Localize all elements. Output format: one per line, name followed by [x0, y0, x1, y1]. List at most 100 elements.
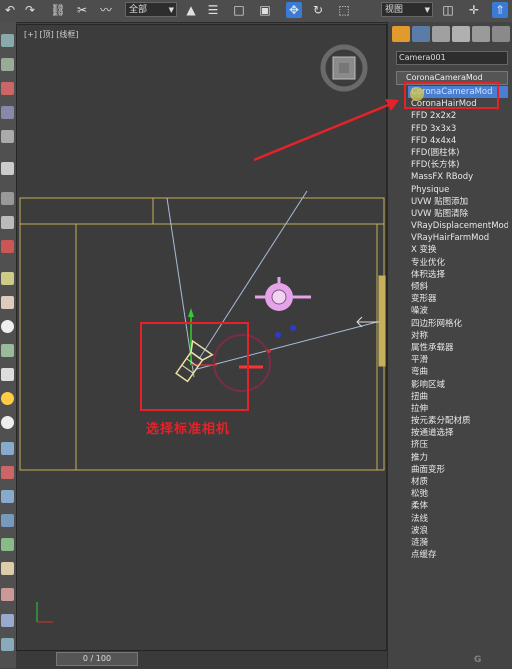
- utilities-tab-icon[interactable]: [492, 26, 510, 42]
- modifier-list-item[interactable]: 四边形网格化: [408, 318, 508, 330]
- modifier-list-item[interactable]: 噪波: [408, 305, 508, 317]
- tool-icon[interactable]: [1, 538, 14, 551]
- modifier-list-item[interactable]: X 变换: [408, 244, 508, 256]
- modifier-list-item[interactable]: 体积选择: [408, 269, 508, 281]
- modifier-list-item[interactable]: 平滑: [408, 354, 508, 366]
- modifier-list-item[interactable]: VRayHairFarmMod: [408, 232, 508, 244]
- light-icon: [255, 277, 311, 311]
- modifier-list-item[interactable]: UVW 贴图清除: [408, 208, 508, 220]
- modifier-list-item[interactable]: 推力: [408, 452, 508, 464]
- modifier-list-item[interactable]: FFD 2x2x2: [408, 110, 508, 122]
- select-object-icon[interactable]: ▲: [183, 2, 199, 18]
- tool-icon[interactable]: [1, 272, 14, 285]
- modifier-list-item[interactable]: MassFX RBody: [408, 171, 508, 183]
- modifier-list-item[interactable]: 拉伸: [408, 403, 508, 415]
- gizmo-dot: [267, 349, 271, 353]
- tool-icon[interactable]: [1, 192, 14, 205]
- command-panel: Camera001 CoronaCameraMod CoronaCameraMo…: [387, 22, 512, 668]
- rectangular-selection-icon[interactable]: □: [231, 2, 247, 18]
- tool-icon[interactable]: [1, 368, 14, 381]
- modifier-list: CoronaCameraMod CoronaHairMod FFD 2x2x2 FFD…: [408, 86, 508, 561]
- tool-icon[interactable]: [1, 130, 14, 143]
- tool-icon[interactable]: [1, 320, 14, 333]
- tool-icon[interactable]: [1, 490, 14, 503]
- modifier-list-item[interactable]: 波浪: [408, 525, 508, 537]
- time-bar: 0 / 100: [16, 650, 387, 669]
- tool-icon[interactable]: [1, 442, 14, 455]
- modifier-list-item[interactable]: FFD(圆柱体): [408, 147, 508, 159]
- watermark: G: [474, 655, 482, 665]
- modifier-list-item[interactable]: 倾斜: [408, 281, 508, 293]
- modifier-list-item[interactable]: 扭曲: [408, 391, 508, 403]
- create-tab-icon[interactable]: [392, 26, 410, 42]
- tool-icon[interactable]: [1, 562, 14, 575]
- time-slider[interactable]: 0 / 100: [56, 652, 138, 666]
- highlight-box: [404, 82, 499, 109]
- modifier-list-item[interactable]: 按元素分配材质: [408, 415, 508, 427]
- tool-icon[interactable]: [1, 514, 14, 527]
- display-tab-icon[interactable]: [472, 26, 490, 42]
- modifier-list-item[interactable]: 弯曲: [408, 366, 508, 378]
- modify-tab-icon[interactable]: [412, 26, 430, 42]
- axis-tripod-icon: [36, 602, 53, 623]
- tool-icon[interactable]: [1, 34, 14, 47]
- window-crossing-icon[interactable]: ▣: [257, 2, 273, 18]
- tool-icon[interactable]: [1, 162, 14, 175]
- modifier-list-item[interactable]: 点缓存: [408, 549, 508, 561]
- gizmo-dot: [275, 332, 281, 338]
- modifier-list-item[interactable]: 对称: [408, 330, 508, 342]
- modifier-list-item[interactable]: 影响区域: [408, 379, 508, 391]
- annotation-caption: 选择标准相机: [146, 422, 231, 437]
- tool-icon[interactable]: [1, 466, 14, 479]
- modifier-list-item[interactable]: 曲面变形: [408, 464, 508, 476]
- modifier-list-item[interactable]: UVW 贴图添加: [408, 196, 508, 208]
- modifier-list-item[interactable]: 法线: [408, 513, 508, 525]
- tool-icon[interactable]: [1, 240, 14, 253]
- tool-icon[interactable]: [1, 106, 14, 119]
- tool-icon[interactable]: [1, 296, 14, 309]
- selection-filter-dropdown[interactable]: 全部 ▼: [125, 2, 177, 17]
- use-pivot-center-icon[interactable]: ◫: [440, 2, 456, 18]
- tool-icon[interactable]: [1, 638, 14, 651]
- reference-coordinate-dropdown[interactable]: 视图 ▼: [381, 2, 433, 17]
- undo-icon[interactable]: ↶: [2, 2, 18, 18]
- select-and-rotate-icon[interactable]: ↻: [310, 2, 326, 18]
- bind-space-warp-icon[interactable]: 〰: [98, 2, 114, 18]
- tool-icon[interactable]: [1, 416, 14, 429]
- tool-icon[interactable]: [1, 58, 14, 71]
- modifier-list-item[interactable]: Physique: [408, 184, 508, 196]
- modifier-list-item[interactable]: 专业优化: [408, 257, 508, 269]
- modifier-list-item[interactable]: FFD(长方体): [408, 159, 508, 171]
- select-and-manipulate-icon[interactable]: ✛: [466, 2, 482, 18]
- modifier-list-item[interactable]: VRayDisplacementMod: [408, 220, 508, 232]
- modifier-list-item[interactable]: FFD 4x4x4: [408, 135, 508, 147]
- viewcube-icon[interactable]: [320, 44, 368, 92]
- modifier-list-item[interactable]: 按通道选择: [408, 427, 508, 439]
- select-and-move-icon[interactable]: ✥: [286, 2, 302, 18]
- modifier-list-item[interactable]: 松弛: [408, 488, 508, 500]
- tool-icon[interactable]: [1, 392, 14, 405]
- modifier-list-item[interactable]: 涟漪: [408, 537, 508, 549]
- modifier-list-item[interactable]: 柔体: [408, 500, 508, 512]
- modifier-list-item[interactable]: 属性承载器: [408, 342, 508, 354]
- modifier-list-item[interactable]: FFD 3x3x3: [408, 123, 508, 135]
- modifier-list-item[interactable]: 变形器: [408, 293, 508, 305]
- modifier-list-item[interactable]: 挤压: [408, 439, 508, 451]
- motion-tab-icon[interactable]: [452, 26, 470, 42]
- tool-icon[interactable]: [1, 614, 14, 627]
- gizmo-dot: [290, 325, 296, 331]
- link-icon[interactable]: ⛓: [50, 2, 66, 18]
- hierarchy-tab-icon[interactable]: [432, 26, 450, 42]
- select-and-scale-icon[interactable]: ⬚: [336, 2, 352, 18]
- tool-icon[interactable]: [1, 82, 14, 95]
- modifier-list-item[interactable]: 材质: [408, 476, 508, 488]
- snaps-icon[interactable]: ⇑: [492, 2, 508, 18]
- tool-icon[interactable]: [1, 588, 14, 601]
- target-arrow-icon: [356, 316, 379, 328]
- tool-icon[interactable]: [1, 344, 14, 357]
- tool-icon[interactable]: [1, 216, 14, 229]
- unlink-icon[interactable]: ✂: [74, 2, 90, 18]
- redo-icon[interactable]: ↷: [22, 2, 38, 18]
- select-by-name-icon[interactable]: ☰: [205, 2, 221, 18]
- object-name-field[interactable]: Camera001: [396, 51, 508, 65]
